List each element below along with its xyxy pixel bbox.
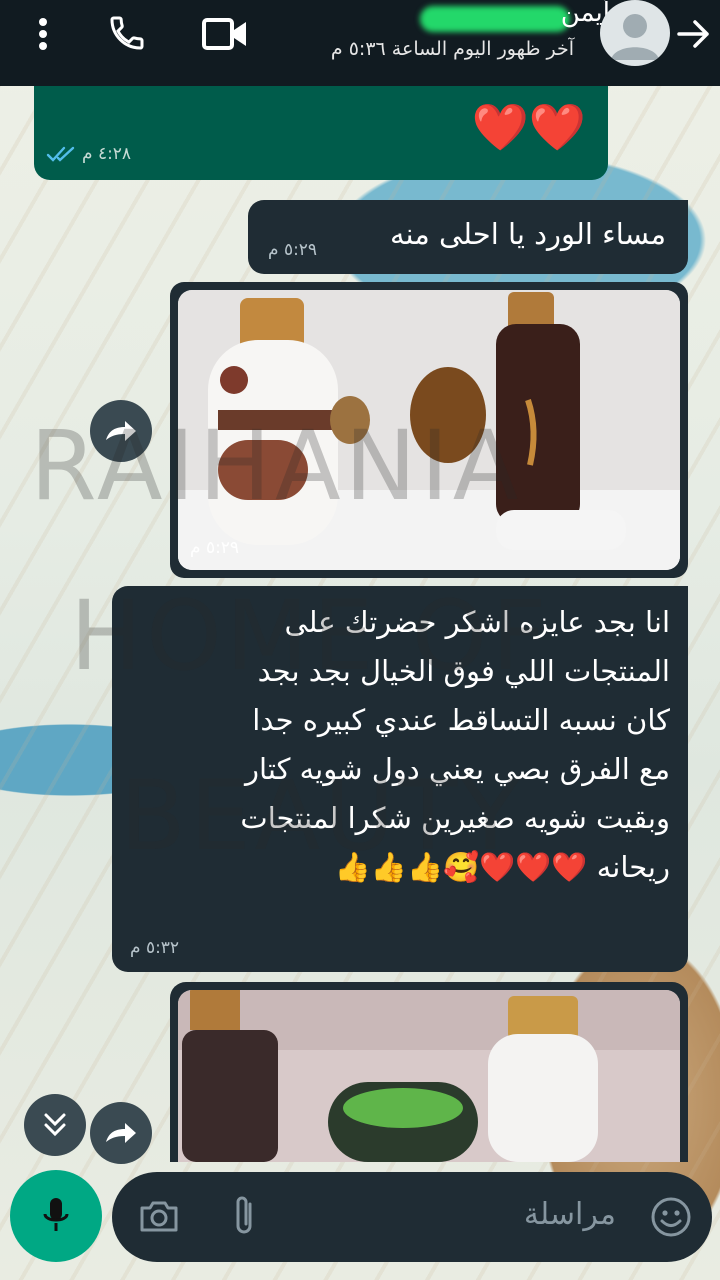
message-input[interactable]: مراسلة: [524, 1197, 616, 1232]
message-text: ❤️❤️: [471, 100, 586, 154]
message-time: ٥:٢٩ م: [268, 240, 318, 260]
message-text: مساء الورد يا احلى منه: [389, 217, 666, 251]
scroll-down-button[interactable]: [24, 1094, 86, 1156]
back-arrow-icon[interactable]: [676, 16, 712, 52]
last-seen-status: آخر ظهور اليوم الساعة ٥:٣٦ م: [330, 38, 574, 60]
product-photo[interactable]: [178, 990, 680, 1162]
read-receipt-icon: [46, 144, 78, 168]
menu-dots-icon[interactable]: [28, 14, 58, 54]
outgoing-message[interactable]: ❤️❤️ ٤:٢٨ م: [34, 86, 608, 180]
mic-button[interactable]: [10, 1170, 102, 1262]
chat-header: أيمن آخر ظهور اليوم الساعة ٥:٣٦ م: [0, 0, 720, 86]
product-photo[interactable]: [178, 290, 680, 570]
attach-icon[interactable]: [230, 1194, 260, 1242]
forward-icon[interactable]: [90, 400, 152, 462]
forward-icon[interactable]: [90, 1102, 152, 1164]
message-time: ٥:٣٢ م: [130, 938, 180, 958]
incoming-image-message[interactable]: [170, 982, 688, 1162]
incoming-message[interactable]: انا بجد عايزه اشكر حضرتك على المنتجات ال…: [112, 586, 688, 972]
incoming-image-message[interactable]: ٥:٢٩ م: [170, 282, 688, 578]
camera-icon[interactable]: [138, 1198, 180, 1238]
contact-name-redaction: [420, 6, 570, 32]
incoming-message[interactable]: مساء الورد يا احلى منه ٥:٢٩ م: [248, 200, 688, 274]
message-composer[interactable]: مراسلة: [112, 1172, 712, 1262]
avatar-icon[interactable]: [600, 0, 670, 66]
phone-icon[interactable]: [104, 10, 150, 56]
emoji-icon[interactable]: [650, 1196, 692, 1242]
video-call-icon[interactable]: [200, 12, 250, 56]
message-time: ٤:٢٨ م: [82, 144, 132, 164]
message-text: انا بجد عايزه اشكر حضرتك على المنتجات ال…: [240, 605, 670, 884]
message-time: ٥:٢٩ م: [190, 538, 240, 558]
